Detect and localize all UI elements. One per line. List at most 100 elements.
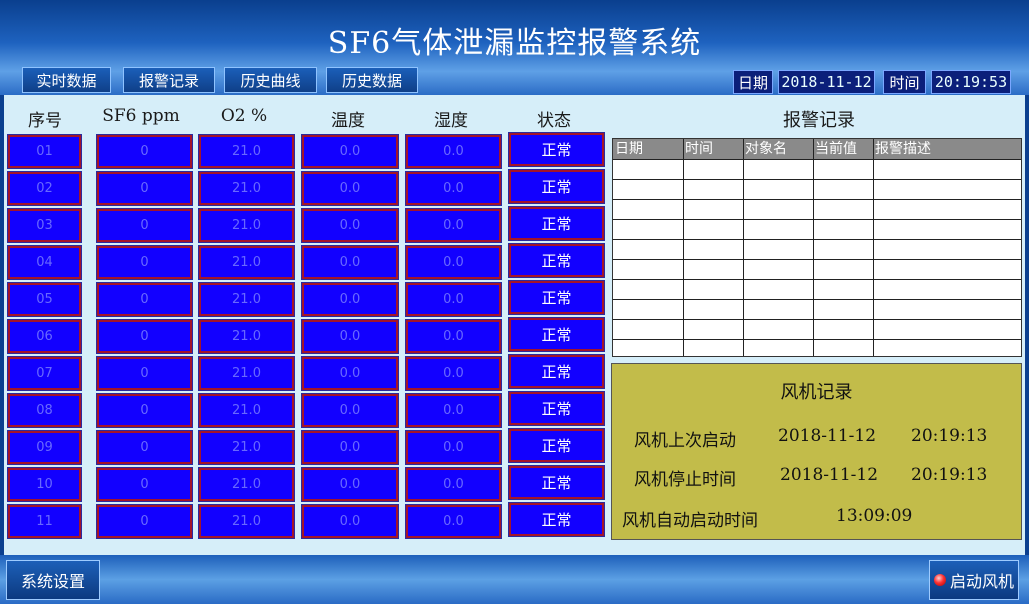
cell-humidity: 0.0 [405, 134, 502, 169]
alarm-row-divider [613, 239, 1021, 240]
cell-humidity: 0.0 [405, 356, 502, 391]
fan-stop-date: 2018-11-12 [780, 465, 879, 485]
column-header-status: 状态 [537, 111, 571, 131]
cell-id: 07 [7, 356, 82, 391]
fan-stop-row: 风机停止时间 2018-11-12 20:19:13 [612, 465, 1021, 491]
cell-humidity: 0.0 [405, 393, 502, 428]
cell-humidity: 0.0 [405, 467, 502, 502]
fan-record-panel: 风机记录 风机上次启动 2018-11-12 20:19:13 风机停止时间 2… [611, 363, 1022, 540]
cell-o2: 21.0 [198, 467, 295, 502]
cell-o2: 21.0 [198, 356, 295, 391]
tab-realtime-data[interactable]: 实时数据 [22, 67, 111, 93]
alarm-col-date: 日期 [615, 141, 643, 157]
alarm-col-value: 当前值 [815, 141, 857, 157]
cell-id: 06 [7, 319, 82, 354]
time-label: 时间 [883, 70, 926, 94]
alarm-table-header: 日期 时间 对象名 当前值 报警描述 [613, 139, 1021, 159]
cell-o2: 21.0 [198, 171, 295, 206]
cell-status: 正常 [508, 465, 605, 500]
cell-humidity: 0.0 [405, 319, 502, 354]
cell-humidity: 0.0 [405, 504, 502, 539]
cell-o2: 21.0 [198, 319, 295, 354]
fan-record-title: 风机记录 [780, 382, 853, 403]
cell-o2: 21.0 [198, 134, 295, 169]
cell-sf6: 0 [96, 134, 193, 169]
cell-temperature: 0.0 [301, 393, 399, 428]
cell-status: 正常 [508, 391, 605, 426]
alarm-records-title: 报警记录 [783, 110, 855, 131]
footer-bar [0, 555, 1029, 604]
cell-id: 01 [7, 134, 82, 169]
cell-temperature: 0.0 [301, 504, 399, 539]
cell-o2: 21.0 [198, 393, 295, 428]
start-fan-button[interactable]: 启动风机 [929, 560, 1019, 600]
cell-status: 正常 [508, 132, 605, 167]
tab-history-curve[interactable]: 历史曲线 [224, 67, 317, 93]
date-label: 日期 [733, 70, 773, 94]
cell-sf6: 0 [96, 356, 193, 391]
system-settings-button[interactable]: 系统设置 [6, 560, 100, 600]
cell-status: 正常 [508, 354, 605, 389]
cell-temperature: 0.0 [301, 282, 399, 317]
alarm-row-divider [613, 219, 1021, 220]
fan-last-start-label: 风机上次启动 [634, 431, 736, 451]
cell-o2: 21.0 [198, 245, 295, 280]
tab-history-data[interactable]: 历史数据 [326, 67, 418, 93]
cell-humidity: 0.0 [405, 171, 502, 206]
cell-sf6: 0 [96, 245, 193, 280]
alarm-column-divider [683, 139, 684, 356]
cell-sf6: 0 [96, 171, 193, 206]
cell-sf6: 0 [96, 282, 193, 317]
cell-id: 09 [7, 430, 82, 465]
cell-o2: 21.0 [198, 208, 295, 243]
fan-stop-time: 20:19:13 [911, 465, 988, 485]
column-header-sf6: SF6 ppm [102, 106, 180, 126]
cell-id: 08 [7, 393, 82, 428]
alarm-row-divider [613, 159, 1021, 160]
cell-humidity: 0.0 [405, 245, 502, 280]
fan-last-start-time: 20:19:13 [911, 426, 988, 446]
cell-id: 02 [7, 171, 82, 206]
alarm-records-table: 日期 时间 对象名 当前值 报警描述 [612, 138, 1022, 357]
cell-status: 正常 [508, 280, 605, 315]
cell-sf6: 0 [96, 430, 193, 465]
fan-auto-start-row: 风机自动启动时间 13:09:09 [612, 506, 1021, 532]
fan-last-start-row: 风机上次启动 2018-11-12 20:19:13 [612, 426, 1021, 452]
time-value: 20:19:53 [931, 70, 1011, 94]
app-title: SF6气体泄漏监控报警系统 [327, 26, 702, 61]
cell-status: 正常 [508, 428, 605, 463]
cell-id: 05 [7, 282, 82, 317]
column-header-temperature: 温度 [331, 111, 365, 131]
cell-temperature: 0.0 [301, 245, 399, 280]
cell-temperature: 0.0 [301, 356, 399, 391]
column-header-humidity: 湿度 [434, 111, 468, 131]
cell-temperature: 0.0 [301, 430, 399, 465]
cell-id: 04 [7, 245, 82, 280]
fan-auto-start-label: 风机自动启动时间 [622, 511, 758, 531]
cell-sf6: 0 [96, 319, 193, 354]
cell-status: 正常 [508, 502, 605, 537]
fan-last-start-date: 2018-11-12 [778, 426, 877, 446]
alarm-column-divider [813, 139, 814, 356]
alarm-row-divider [613, 339, 1021, 340]
cell-temperature: 0.0 [301, 319, 399, 354]
alarm-row-divider [613, 179, 1021, 180]
fan-auto-start-time: 13:09:09 [836, 506, 913, 526]
cell-temperature: 0.0 [301, 171, 399, 206]
tab-alarm-records[interactable]: 报警记录 [123, 67, 215, 93]
system-settings-label: 系统设置 [20, 572, 85, 591]
alarm-row-divider [613, 319, 1021, 320]
cell-status: 正常 [508, 206, 605, 241]
alarm-column-divider [873, 139, 874, 356]
cell-o2: 21.0 [198, 430, 295, 465]
date-value: 2018-11-12 [778, 70, 875, 94]
alarm-column-divider [743, 139, 744, 356]
cell-temperature: 0.0 [301, 208, 399, 243]
start-fan-label: 启动风机 [949, 572, 1014, 591]
alarm-col-description: 报警描述 [875, 141, 931, 157]
cell-humidity: 0.0 [405, 208, 502, 243]
cell-humidity: 0.0 [405, 430, 502, 465]
fan-stop-label: 风机停止时间 [634, 470, 736, 490]
status-led-icon [933, 574, 946, 586]
cell-temperature: 0.0 [301, 134, 399, 169]
